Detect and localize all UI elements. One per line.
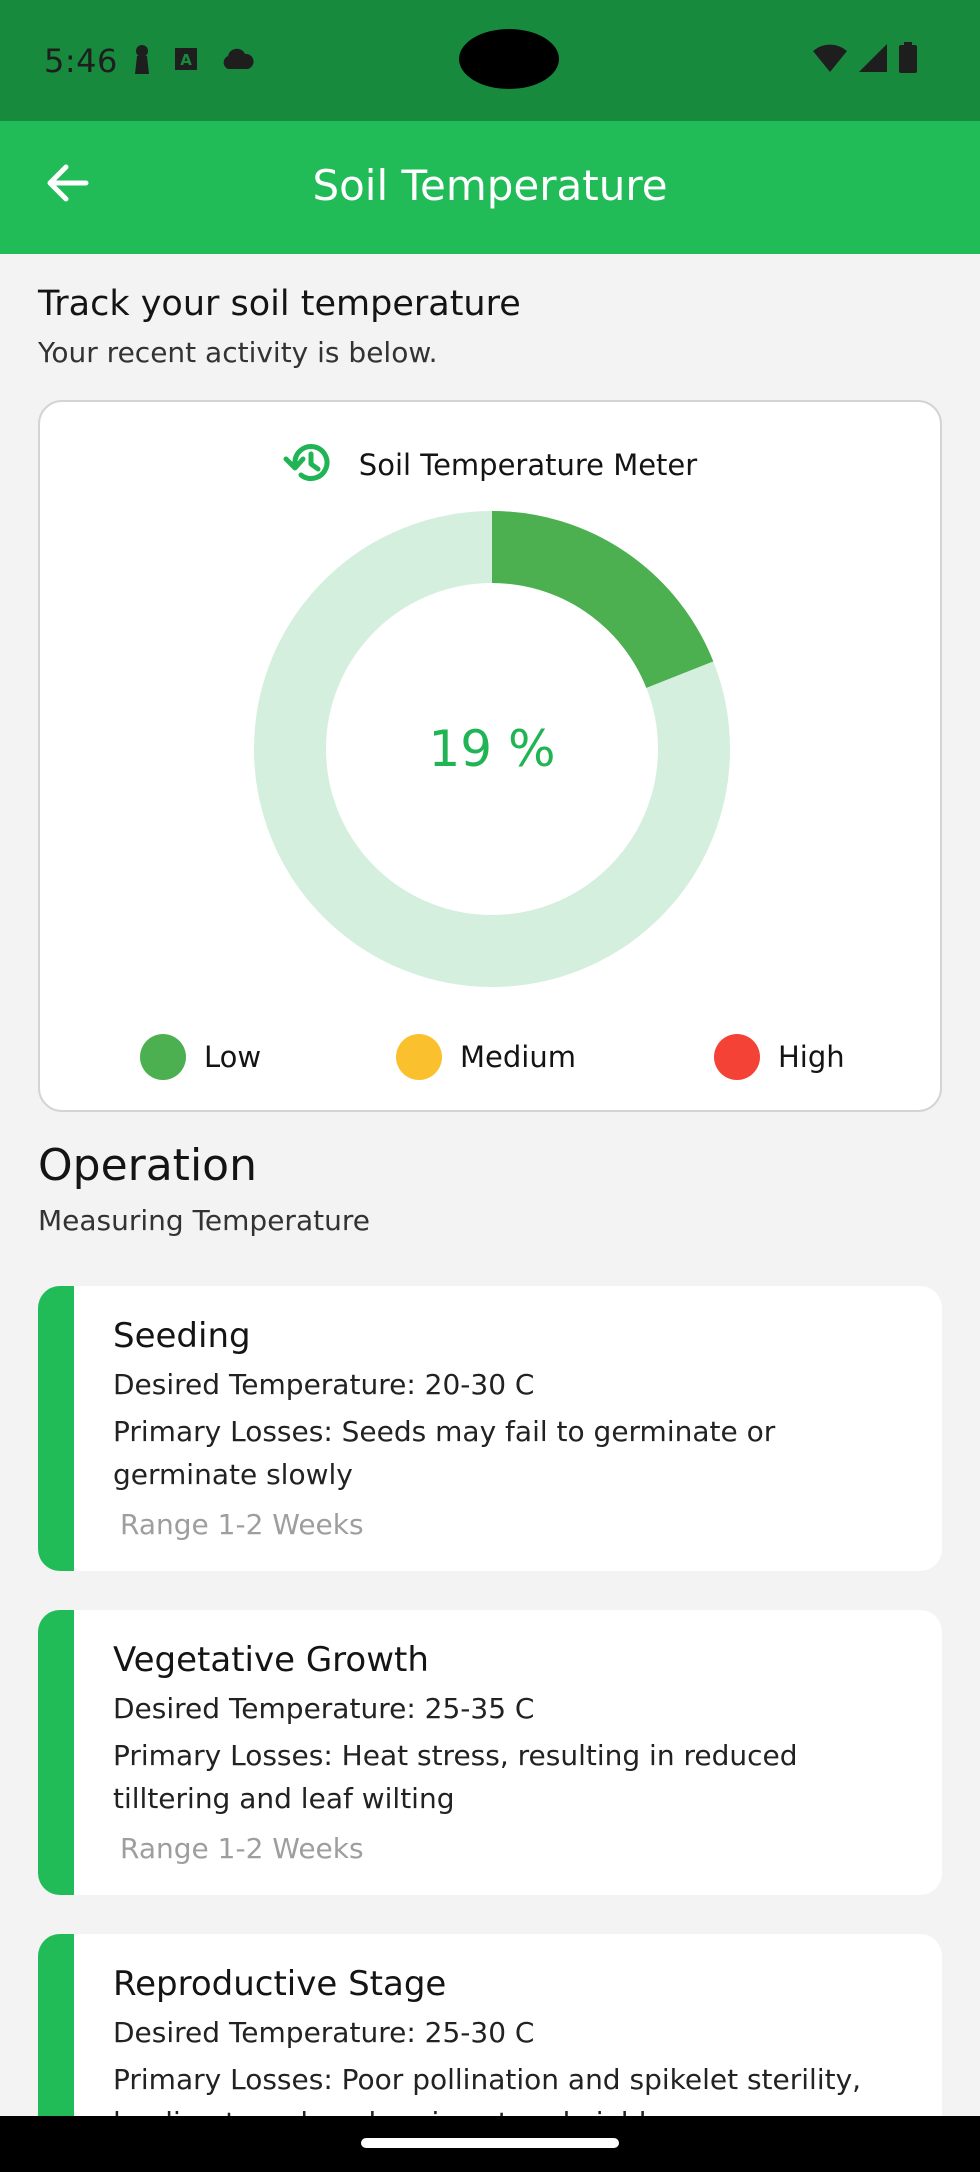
meter-value: 19 %: [428, 720, 556, 778]
stage-accent-bar: [38, 1286, 74, 1571]
system-navigation-bar: [0, 2116, 980, 2172]
app-bar: Soil Temperature: [0, 121, 980, 254]
legend-label-low: Low: [204, 1040, 262, 1074]
stage-primary-losses: Primary Losses: Heat stress, resulting i…: [113, 1739, 798, 1815]
status-icons-left: A: [132, 44, 254, 78]
stage-desired-temperature: Desired Temperature: 20-30 C: [113, 1368, 535, 1401]
meter-title-row: Soil Temperature Meter: [40, 438, 940, 492]
legend-dot-low: [140, 1034, 186, 1080]
legend-high: High: [714, 1034, 845, 1080]
home-indicator[interactable]: [361, 2138, 619, 2148]
a-box-icon: A: [174, 47, 198, 75]
temperature-meter-card: Soil Temperature Meter 19 % Low Medium H…: [38, 400, 942, 1112]
section-subheading: Your recent activity is below.: [38, 336, 438, 369]
legend-label-high: High: [778, 1040, 845, 1074]
section-heading: Track your soil temperature: [38, 284, 521, 324]
stage-desired-temperature: Desired Temperature: 25-35 C: [113, 1692, 535, 1725]
history-icon: [283, 438, 337, 492]
stage-title: Vegetative Growth: [113, 1640, 429, 1680]
stage-range: Range 1-2 Weeks: [120, 1832, 364, 1865]
stage-accent-bar: [38, 1610, 74, 1895]
status-bar: 5:46 A: [0, 0, 980, 121]
stage-primary-losses: Primary Losses: Seeds may fail to germin…: [113, 1415, 776, 1491]
operation-subheading: Measuring Temperature: [38, 1204, 370, 1237]
legend-dot-high: [714, 1034, 760, 1080]
page-title: Soil Temperature: [312, 161, 668, 210]
stage-title: Reproductive Stage: [113, 1964, 447, 2004]
legend-medium: Medium: [396, 1034, 576, 1080]
cloud-icon: [220, 48, 254, 74]
keyhole-icon: [132, 44, 152, 78]
stage-title: Seeding: [113, 1316, 251, 1356]
legend-label-medium: Medium: [460, 1040, 576, 1074]
status-icons-right: [812, 42, 918, 78]
stage-card-seeding[interactable]: Seeding Desired Temperature: 20-30 C Pri…: [38, 1286, 942, 1571]
legend-low: Low: [140, 1034, 261, 1080]
stage-desired-temperature: Desired Temperature: 25-30 C: [113, 2016, 535, 2049]
operation-heading: Operation: [38, 1140, 257, 1191]
stage-range: Range 1-2 Weeks: [120, 1508, 364, 1541]
signal-icon: [858, 43, 888, 77]
battery-icon: [898, 42, 918, 78]
status-time: 5:46: [44, 42, 118, 80]
svg-text:A: A: [180, 51, 192, 69]
legend-dot-medium: [396, 1034, 442, 1080]
meter-title: Soil Temperature Meter: [358, 448, 698, 482]
stage-card-vegetative-growth[interactable]: Vegetative Growth Desired Temperature: 2…: [38, 1610, 942, 1895]
camera-cutout: [459, 29, 559, 89]
wifi-icon: [812, 43, 848, 77]
